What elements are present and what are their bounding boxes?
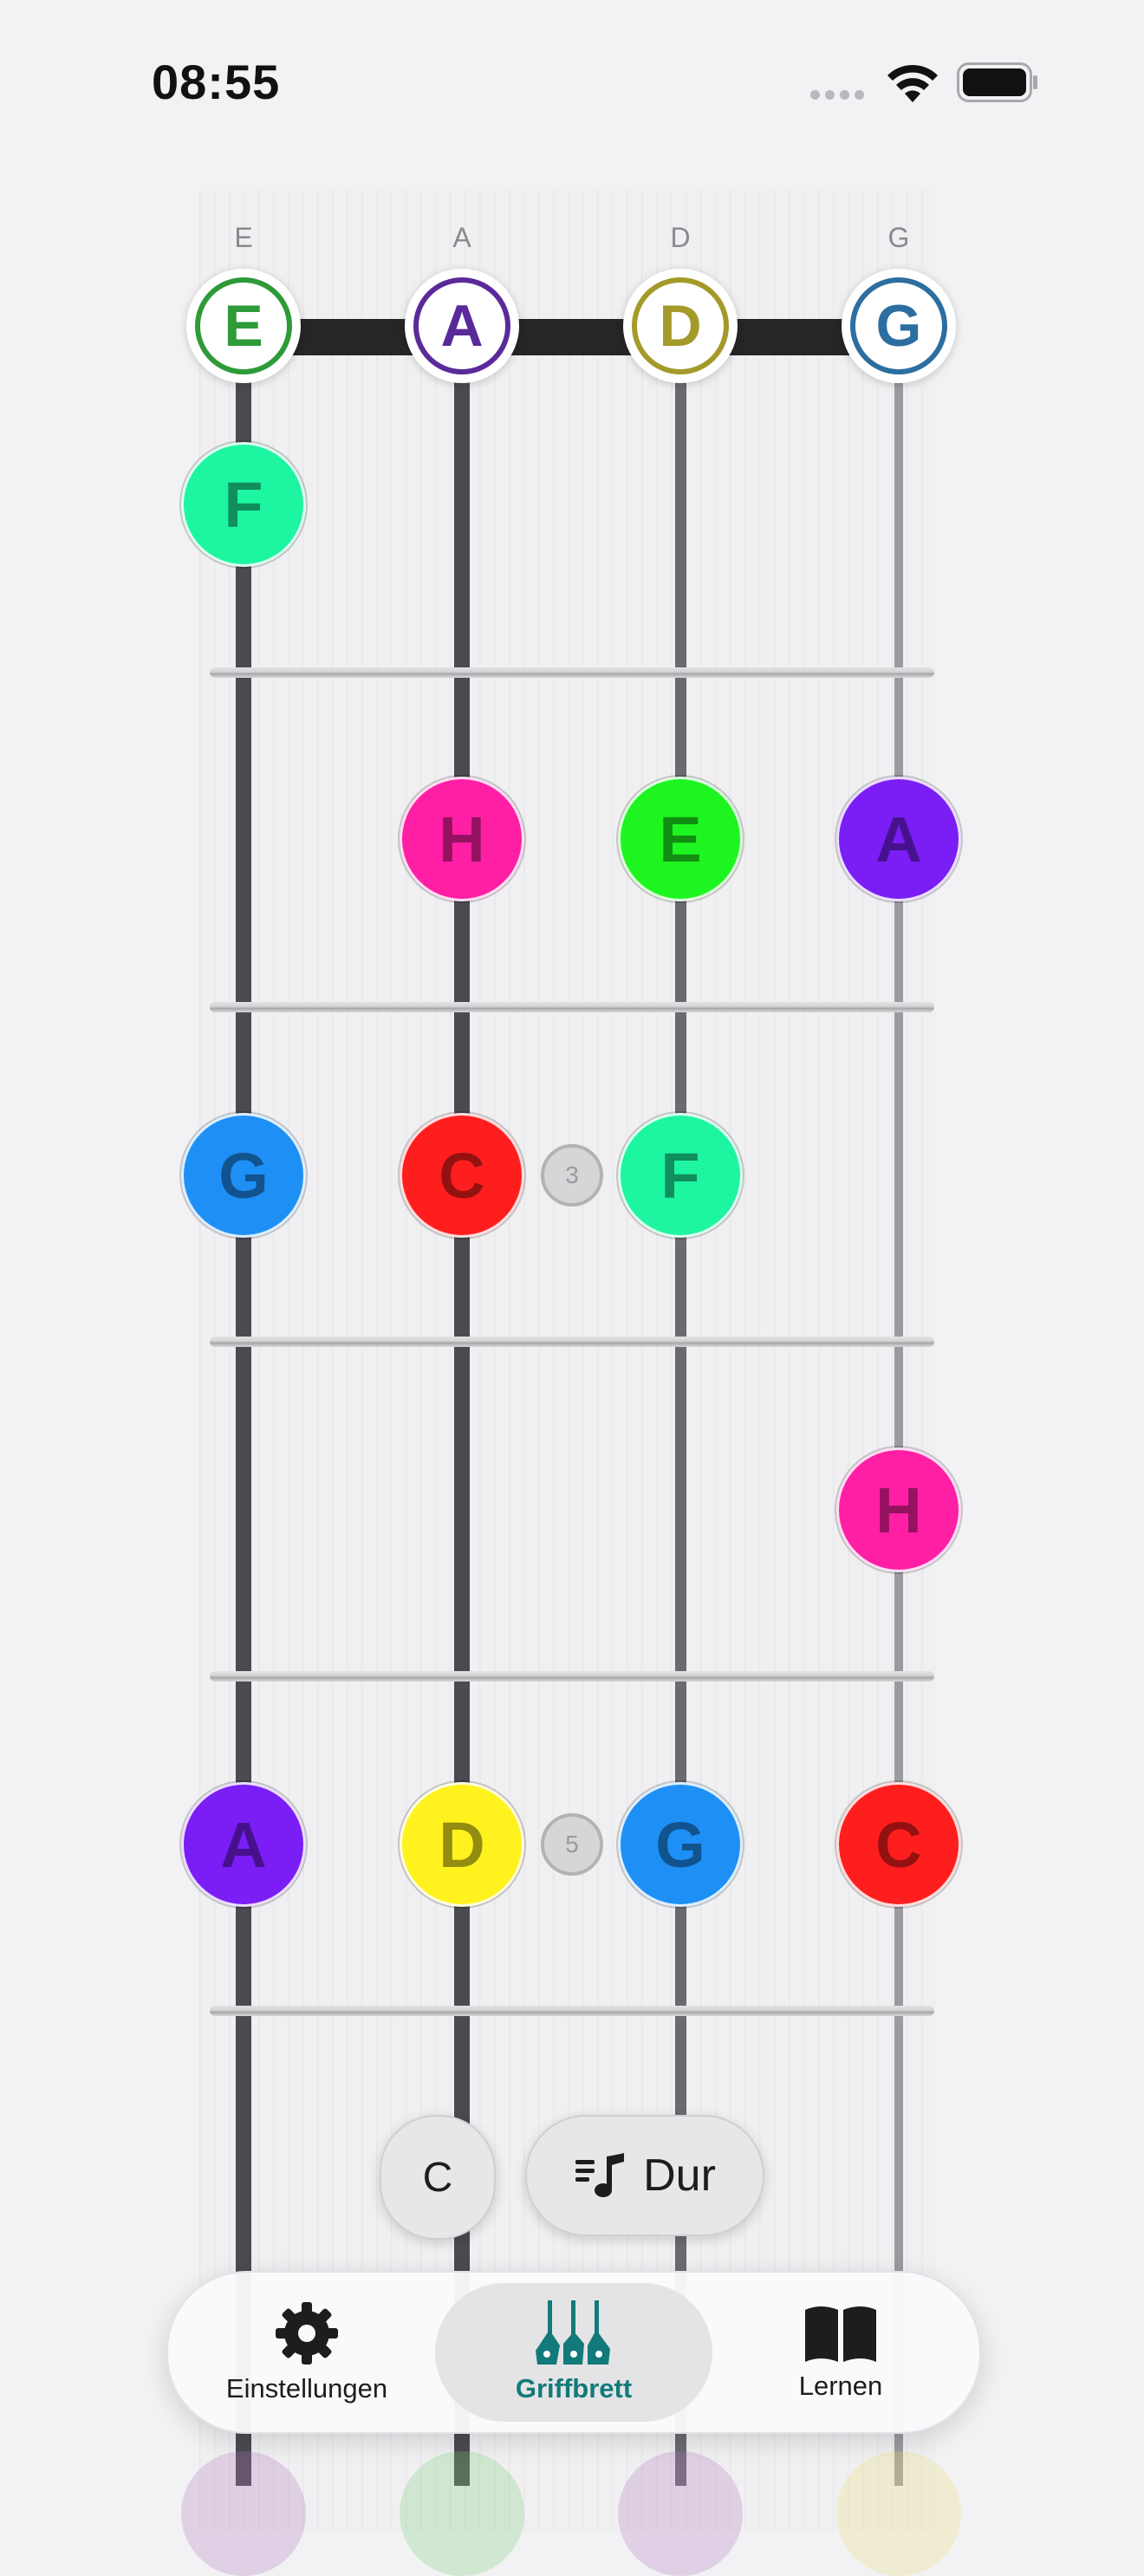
fretboard-nut — [244, 319, 898, 355]
scale-label: Dur — [643, 2150, 716, 2201]
wifi-icon — [887, 64, 938, 102]
tab-label: Einstellungen — [225, 2373, 388, 2404]
fret-2 — [210, 1002, 934, 1012]
open-note-d[interactable]: D — [623, 269, 738, 383]
fret-4 — [210, 1671, 934, 1682]
tab-lernen[interactable]: Lernen — [737, 2273, 945, 2432]
fret-marker-5: 5 — [541, 1813, 603, 1876]
music-list-icon — [575, 2153, 625, 2197]
faded-note — [181, 2451, 306, 2576]
fret-marker-3: 3 — [541, 1144, 603, 1207]
note-e-string-d[interactable]: E — [618, 777, 743, 901]
note-h-string-g[interactable]: H — [836, 1447, 961, 1572]
note-c-string-a[interactable]: C — [400, 1113, 524, 1238]
status-time: 08:55 — [152, 55, 281, 109]
note-h-string-a[interactable]: H — [400, 777, 524, 901]
note-g-string-e[interactable]: G — [181, 1113, 306, 1238]
string-label-d: D — [670, 222, 691, 253]
book-icon — [805, 2306, 876, 2362]
string-label-g: G — [887, 222, 910, 253]
note-a-string-g[interactable]: A — [836, 777, 961, 901]
fret-1 — [210, 667, 934, 678]
key-selector-button[interactable]: C — [380, 2115, 496, 2240]
note-a-string-e[interactable]: A — [181, 1782, 306, 1907]
open-note-e[interactable]: E — [186, 269, 301, 383]
string-label-a: A — [452, 222, 471, 253]
tab-label: Griffbrett — [515, 2373, 633, 2404]
fret-3 — [210, 1337, 934, 1347]
cellular-signal-icon — [810, 90, 871, 102]
scale-selector-button[interactable]: Dur — [525, 2115, 764, 2236]
faded-note — [400, 2451, 524, 2576]
open-note-g[interactable]: G — [842, 269, 956, 383]
guitars-icon — [536, 2300, 610, 2365]
status-bar: 08:55 — [0, 0, 1144, 165]
tab-label: Lernen — [798, 2371, 883, 2401]
tab-einstellungen[interactable]: Einstellungen — [203, 2273, 411, 2432]
note-d-string-a[interactable]: D — [400, 1782, 524, 1907]
gear-icon — [276, 2302, 338, 2365]
note-f-string-e[interactable]: F — [181, 442, 306, 567]
open-note-a[interactable]: A — [405, 269, 519, 383]
fret-5 — [210, 2006, 934, 2016]
note-c-string-g[interactable]: C — [836, 1782, 961, 1907]
battery-icon — [957, 62, 1037, 102]
tab-griffbrett[interactable]: Griffbrett — [435, 2283, 712, 2422]
string-label-e: E — [234, 222, 253, 253]
faded-note — [836, 2451, 961, 2576]
note-f-string-d[interactable]: F — [618, 1113, 743, 1238]
tab-bar: Einstellungen Griffbrett Lernen — [166, 2271, 981, 2434]
key-label: C — [422, 2154, 453, 2201]
note-g-string-d[interactable]: G — [618, 1782, 743, 1907]
faded-note — [618, 2451, 743, 2576]
